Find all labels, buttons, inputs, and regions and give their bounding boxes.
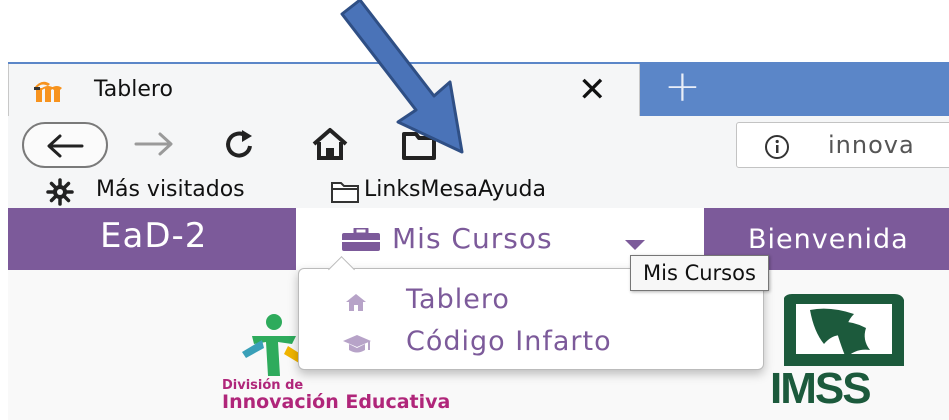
imss-wordmark: IMSS (770, 364, 872, 413)
new-tab-button[interactable]: + (664, 64, 701, 110)
reload-button[interactable] (222, 128, 258, 166)
forward-arrow-icon (134, 132, 173, 156)
bookmark-links-mesa-ayuda[interactable]: LinksMesaAyuda (364, 177, 546, 202)
tooltip: Mis Cursos (630, 255, 769, 291)
annotation-arrow (330, 0, 490, 169)
url-text[interactable]: innova (828, 131, 915, 159)
bookmark-mas-visitados[interactable]: Más visitados (96, 177, 245, 202)
home-icon (344, 292, 368, 316)
tab-title: Tablero (94, 77, 173, 102)
reload-icon (226, 130, 252, 158)
info-icon[interactable] (764, 134, 790, 164)
site-brand[interactable]: EaD-2 (100, 216, 207, 256)
folder-icon (330, 180, 360, 208)
forward-button[interactable] (130, 128, 178, 164)
chevron-down-icon[interactable] (624, 236, 646, 255)
tab-close-icon[interactable]: ✕ (578, 70, 607, 110)
back-button[interactable] (22, 122, 108, 168)
back-arrow-icon (47, 134, 84, 158)
nav-bienvenida[interactable]: Bienvenida (748, 224, 909, 255)
briefcase-icon (340, 226, 382, 256)
gear-icon (46, 178, 74, 210)
mis-cursos-label[interactable]: Mis Cursos (392, 222, 553, 255)
dropdown-item-codigo-infarto[interactable]: Código Infarto (406, 326, 612, 357)
moodle-logo-icon (32, 76, 68, 104)
dropdown-item-tablero[interactable]: Tablero (406, 284, 510, 315)
die-text-line2: Innovación Educativa (222, 391, 451, 413)
graduation-cap-icon (342, 334, 372, 358)
